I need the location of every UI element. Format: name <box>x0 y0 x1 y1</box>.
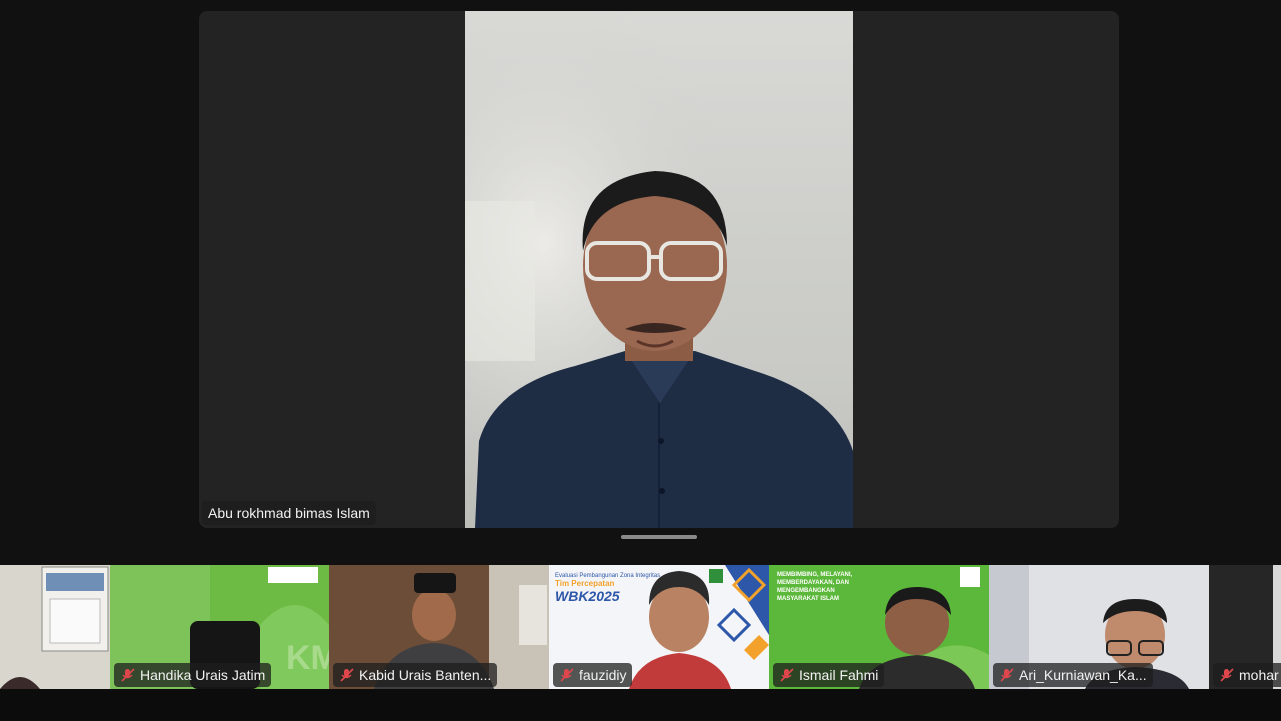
participant-tile[interactable]: mohar <box>1209 565 1281 689</box>
mic-muted-icon <box>560 668 574 682</box>
participant-name: Ismail Fahmi <box>799 667 879 683</box>
bottom-bar <box>0 689 1281 721</box>
participant-name-tag: Kabid Urais Banten... <box>333 663 498 687</box>
participant-tile[interactable]: Kabid Urais Banten... <box>329 565 549 689</box>
participant-tile[interactable]: KM Handika Urais Jatim <box>110 565 329 689</box>
panel-resize-handle[interactable] <box>621 535 697 539</box>
participant-name-tag: Ari_Kurniawan_Ka... <box>993 663 1153 687</box>
participant-tile[interactable]: Ari_Kurniawan_Ka... <box>989 565 1209 689</box>
participant-strip: KM Handika Urais Jatim Kabid Urais Bante… <box>0 565 1281 689</box>
participant-name: fauzidiy <box>579 667 627 683</box>
meeting-stage: Abu rokhmad bimas Islam KM Handika Urais… <box>0 0 1281 721</box>
banner-logo-text: KM <box>286 639 329 677</box>
mic-muted-icon <box>121 668 135 682</box>
mic-muted-icon <box>780 668 794 682</box>
banner-title: WBK2025 <box>555 588 620 604</box>
participant-name: Ari_Kurniawan_Ka... <box>1019 667 1147 683</box>
mic-muted-icon <box>340 668 354 682</box>
mic-muted-icon <box>1000 668 1014 682</box>
participant-tile[interactable] <box>0 565 110 689</box>
participant-video-office <box>0 565 110 689</box>
active-speaker-panel[interactable]: Abu rokhmad bimas Islam <box>199 11 1119 528</box>
participant-name: Handika Urais Jatim <box>140 667 266 683</box>
banner-caption: Tim Percepatan <box>555 579 615 588</box>
active-speaker-video <box>465 11 853 528</box>
banner-caption: MEMBIMBING, MELAYANI, MEMBERDAYAKAN, DAN… <box>777 572 853 602</box>
participant-name-tag: fauzidiy <box>553 663 633 687</box>
participant-tile[interactable]: MEMBIMBING, MELAYANI, MEMBERDAYAKAN, DAN… <box>769 565 989 689</box>
speaker-person-illustration <box>465 11 853 528</box>
mic-muted-icon <box>1220 668 1234 682</box>
participant-name-tag: mohar <box>1213 663 1281 687</box>
participant-name-tag: Handika Urais Jatim <box>114 663 272 687</box>
participant-name: mohar <box>1239 667 1279 683</box>
active-speaker-name: Abu rokhmad bimas Islam <box>202 501 376 525</box>
participant-name: Kabid Urais Banten... <box>359 667 492 683</box>
participant-name-tag: Ismail Fahmi <box>773 663 885 687</box>
participant-tile[interactable]: Evaluasi Pembangunan Zona Integritas Tim… <box>549 565 769 689</box>
